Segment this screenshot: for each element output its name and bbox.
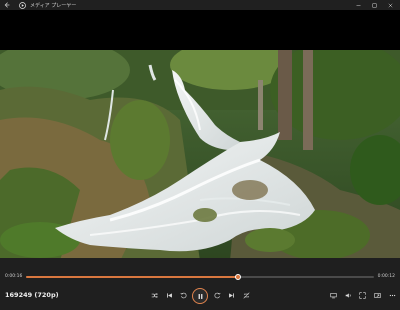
volume-icon[interactable] (343, 290, 353, 300)
fullscreen-icon[interactable] (357, 290, 367, 300)
next-track-icon[interactable] (226, 290, 236, 300)
previous-track-icon[interactable] (164, 290, 174, 300)
seek-thumb[interactable] (235, 274, 242, 280)
pause-icon (198, 293, 202, 299)
seek-bar[interactable] (26, 274, 374, 280)
shuffle-icon[interactable] (149, 290, 159, 300)
repeat-off-icon[interactable] (241, 290, 251, 300)
forward-30-icon[interactable] (212, 290, 222, 300)
rewind-10-icon[interactable] (178, 290, 188, 300)
media-player-icon (17, 0, 27, 10)
close-button[interactable] (382, 0, 398, 10)
video-area[interactable] (0, 10, 400, 261)
maximize-button[interactable] (366, 0, 382, 10)
cast-to-device-icon[interactable] (328, 290, 338, 300)
window-title: メディア プレーヤー (30, 2, 77, 9)
play-pause-button[interactable] (192, 288, 208, 304)
media-title: 169249 (720p) (5, 291, 59, 299)
current-time: 0:00:16 (5, 274, 23, 279)
total-duration: 0:00:12 (377, 274, 395, 279)
playback-control-bar: 0:00:16 0:00:12 169249 (720p) (0, 258, 400, 310)
seek-progress (26, 276, 239, 278)
window-controls (350, 0, 398, 10)
more-options-icon[interactable] (387, 290, 397, 300)
back-arrow-icon[interactable] (2, 0, 12, 10)
mini-player-icon[interactable] (372, 290, 382, 300)
minimize-button[interactable] (350, 0, 366, 10)
title-bar: メディア プレーヤー (0, 0, 400, 10)
video-frame-waterfall (0, 50, 400, 261)
